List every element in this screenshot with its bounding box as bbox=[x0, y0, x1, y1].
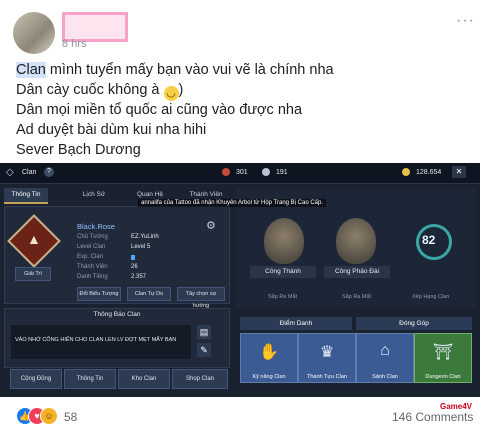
stat1-icon bbox=[222, 168, 230, 176]
line2-end: ) bbox=[178, 82, 184, 98]
clan-storage-button[interactable]: Kho Clan bbox=[118, 369, 170, 389]
post-line-1: Clan mình tuyển mấy bạn vào vui vẽ là ch… bbox=[16, 62, 334, 78]
clan-rank-badge: Giải Trí bbox=[15, 267, 51, 281]
tab-info[interactable]: Thông Tin bbox=[4, 188, 48, 204]
row-fame-label: Danh Tiếng bbox=[77, 274, 108, 280]
clan-ranking-label: Xếp Hạng Clan bbox=[412, 294, 450, 300]
post-time[interactable]: 8 hrs bbox=[62, 38, 86, 50]
row-members-label: Thành Viên bbox=[77, 264, 108, 270]
clan-name: Black.Rose bbox=[77, 222, 115, 231]
post-line-4: Ad duyệt bài dùm kui nha hihi bbox=[16, 122, 207, 138]
smile-emoji-icon: ◡ bbox=[163, 86, 179, 101]
gold-icon bbox=[402, 168, 410, 176]
clan-level-number: 82 bbox=[422, 233, 436, 247]
row-members-value: 26 bbox=[131, 264, 138, 270]
highlight-word: Clan bbox=[16, 62, 46, 78]
clan-hall-button[interactable]: ⌂ Sảnh Clan bbox=[356, 333, 414, 383]
game-screenshot[interactable]: ◇ Clan ? 301 191 128.654 ✕ Thông Tin Lịc… bbox=[0, 163, 480, 397]
clan-achievements-label: Thành Tựu Clan bbox=[307, 374, 347, 380]
post-line-5: Sever Bạch Dương bbox=[16, 142, 141, 158]
line2-text: Dân cày cuốc không à bbox=[16, 82, 164, 98]
help-icon[interactable]: ? bbox=[44, 167, 54, 177]
more-options-icon[interactable]: ··· bbox=[456, 12, 475, 30]
clan-dungeon-button[interactable]: ⛩ Dungeon Clan bbox=[414, 333, 472, 383]
fortress-siege-icon[interactable] bbox=[336, 218, 376, 264]
stat1-value: 301 bbox=[236, 169, 248, 176]
game-title: Clan bbox=[22, 169, 37, 176]
free-clan-button[interactable]: Clan Tự Do bbox=[127, 287, 171, 301]
document-icon[interactable]: ▤ bbox=[197, 325, 211, 339]
close-icon[interactable]: ✕ bbox=[452, 166, 466, 178]
row-level-value: Level 5 bbox=[131, 244, 151, 250]
row-exp-label: Exp. Clan bbox=[77, 254, 104, 260]
community-button[interactable]: Cộng Đồng bbox=[10, 369, 62, 389]
fortress-siege-label: Công Pháo Đài bbox=[324, 266, 390, 278]
item-notification-toast: annalifa của Tattoo đã nhận Khuyên Arbol… bbox=[138, 199, 327, 207]
avatar[interactable] bbox=[13, 12, 55, 54]
notice-title: Thông Báo Clan bbox=[93, 311, 141, 318]
reaction-count[interactable]: 58 bbox=[64, 410, 77, 424]
lion-crest-icon: ♛ bbox=[319, 344, 335, 361]
clan-notice-panel: Thông Báo Clan VÀO NHỚ CỐNG HIẾN CHO CLA… bbox=[4, 308, 230, 368]
clan-skills-button[interactable]: ✋ Kỹ năng Clan bbox=[240, 333, 298, 383]
row-level-label: Level Clan bbox=[77, 244, 106, 250]
stat2-value: 191 bbox=[276, 169, 288, 176]
clan-achievements-button[interactable]: ♛ Thành Tựu Clan bbox=[298, 333, 356, 383]
settings-gear-icon[interactable]: ⚙ bbox=[206, 219, 216, 232]
option-button[interactable]: Tây chọn sự hướng bbox=[177, 287, 225, 309]
emblem-symbol-icon: ▲ bbox=[27, 231, 41, 247]
comments-count[interactable]: 146 Comments bbox=[392, 410, 473, 424]
row-leader-value: EZ.YuLinh bbox=[131, 234, 159, 240]
line1-rest: mình tuyển mấy bạn vào vui vẽ là chính n… bbox=[45, 62, 334, 78]
post-line-3: Dân mọi miền tổ quốc ai cũng vào được nh… bbox=[16, 102, 303, 118]
info-button[interactable]: Thông Tin bbox=[64, 369, 116, 389]
contribute-title[interactable]: Đóng Góp bbox=[356, 317, 472, 330]
edit-icon[interactable]: ✎ bbox=[197, 343, 211, 357]
coming-soon-2: Sắp Ra Mắt bbox=[342, 294, 372, 300]
coming-soon-1: Sắp Ra Mắt bbox=[268, 294, 298, 300]
gold-value: 128.654 bbox=[416, 169, 442, 176]
change-emblem-button[interactable]: Đổi Biểu Tượng bbox=[77, 287, 121, 301]
clan-shop-button[interactable]: Shop Clan bbox=[172, 369, 228, 389]
hand-icon: ✋ bbox=[259, 344, 279, 361]
haha-reaction-icon: ☺ bbox=[40, 407, 58, 425]
castle-siege-label: Công Thành bbox=[250, 266, 316, 278]
post-line-2: Dân cày cuốc không à ◡) bbox=[16, 82, 183, 101]
row-leader-label: Chủ Tướng bbox=[77, 234, 108, 240]
diamond-icon: ◇ bbox=[6, 167, 14, 178]
tab-history[interactable]: Lịch Sử bbox=[72, 188, 116, 202]
clan-dungeon-label: Dungeon Clan bbox=[425, 374, 461, 380]
watermark-logo: Game4V bbox=[440, 402, 473, 411]
notice-text: VÀO NHỚ CỐNG HIẾN CHO CLAN LEN LV ĐỢT MẸ… bbox=[15, 337, 177, 343]
attendance-title[interactable]: Điểm Danh bbox=[240, 317, 352, 330]
clan-info-panel: ▲ Giải Trí Black.Rose Chủ Tướng EZ.YuLin… bbox=[4, 206, 230, 309]
notice-box: VÀO NHỚ CỐNG HIẾN CHO CLAN LEN LV ĐỢT MẸ… bbox=[11, 325, 191, 359]
row-fame-value: 2.357 bbox=[131, 274, 147, 280]
clan-skills-label: Kỹ năng Clan bbox=[252, 374, 286, 380]
dungeon-gate-icon: ⛩ bbox=[432, 344, 454, 361]
castle-siege-icon[interactable] bbox=[264, 218, 304, 264]
exp-bar bbox=[131, 255, 135, 260]
stat2-icon bbox=[262, 168, 270, 176]
tower-icon: ⌂ bbox=[380, 342, 390, 359]
game-topbar: ◇ Clan ? 301 191 128.654 ✕ bbox=[0, 163, 480, 184]
clan-hall-label: Sảnh Clan bbox=[372, 374, 398, 380]
